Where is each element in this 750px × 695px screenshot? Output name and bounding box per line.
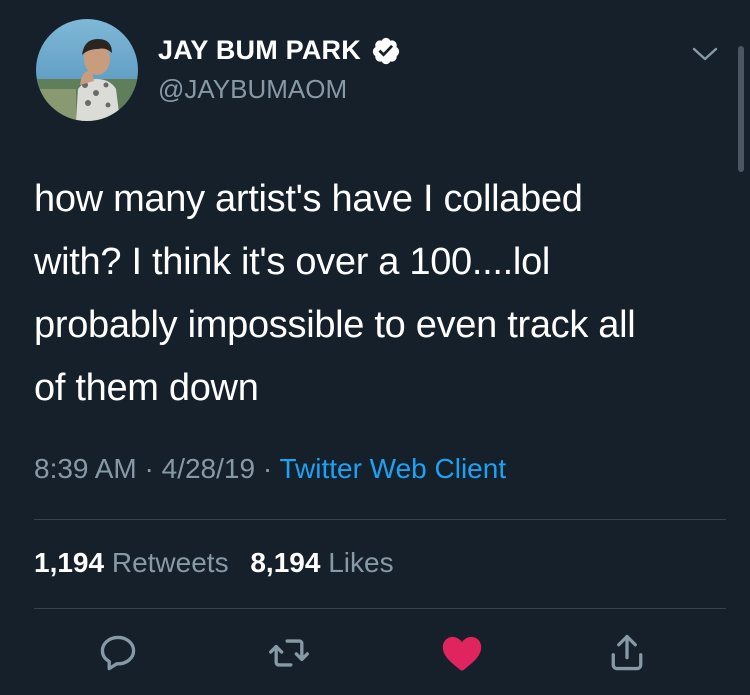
- likes-stat[interactable]: 8,194 Likes: [250, 547, 393, 578]
- like-icon: [442, 636, 482, 671]
- scrollbar[interactable]: [738, 46, 744, 172]
- more-options-button[interactable]: [690, 44, 720, 66]
- tweet-time[interactable]: 8:39 AM: [34, 453, 137, 484]
- avatar[interactable]: [36, 19, 138, 121]
- tweet-actions: [0, 628, 750, 680]
- meta-separator: ·: [136, 453, 162, 484]
- tweet-text-line: with? I think it's over a 100....lol: [34, 241, 551, 283]
- tweet-detail: JAY BUM PARK @JAYBUMAOM how many artist'…: [0, 0, 750, 695]
- reply-icon: [100, 635, 136, 671]
- tweet-text: how many artist's have I collabed with? …: [34, 168, 714, 420]
- author-display-name[interactable]: JAY BUM PARK: [158, 35, 361, 66]
- tweet-meta: 8:39 AM · 4/28/19 · Twitter Web Client: [34, 453, 506, 485]
- verified-badge-icon: [371, 36, 401, 66]
- like-button[interactable]: [437, 628, 487, 678]
- chevron-down-icon: [692, 47, 718, 61]
- retweets-label: Retweets: [111, 547, 229, 578]
- divider: [34, 519, 726, 520]
- divider: [34, 608, 726, 609]
- meta-separator: ·: [255, 453, 280, 484]
- tweet-source-link[interactable]: Twitter Web Client: [279, 453, 506, 484]
- retweets-stat[interactable]: 1,194 Retweets: [34, 547, 229, 578]
- share-icon: [611, 634, 643, 671]
- likes-count: 8,194: [250, 547, 321, 578]
- reply-button[interactable]: [93, 628, 143, 678]
- author-name-row[interactable]: JAY BUM PARK: [158, 35, 401, 66]
- retweet-icon: [269, 639, 309, 667]
- retweet-button[interactable]: [264, 628, 314, 678]
- author-handle[interactable]: @JAYBUMAOM: [158, 74, 347, 105]
- tweet-text-line: of them down: [34, 367, 259, 409]
- tweet-stats: 1,194 Retweets 8,194 Likes: [34, 547, 408, 579]
- likes-label: Likes: [328, 547, 394, 578]
- tweet-text-line: probably impossible to even track all: [34, 304, 636, 346]
- avatar-image: [36, 19, 138, 121]
- tweet-date[interactable]: 4/28/19: [162, 453, 255, 484]
- retweets-count: 1,194: [34, 547, 105, 578]
- tweet-text-line: how many artist's have I collabed: [34, 178, 583, 220]
- share-button[interactable]: [602, 628, 652, 678]
